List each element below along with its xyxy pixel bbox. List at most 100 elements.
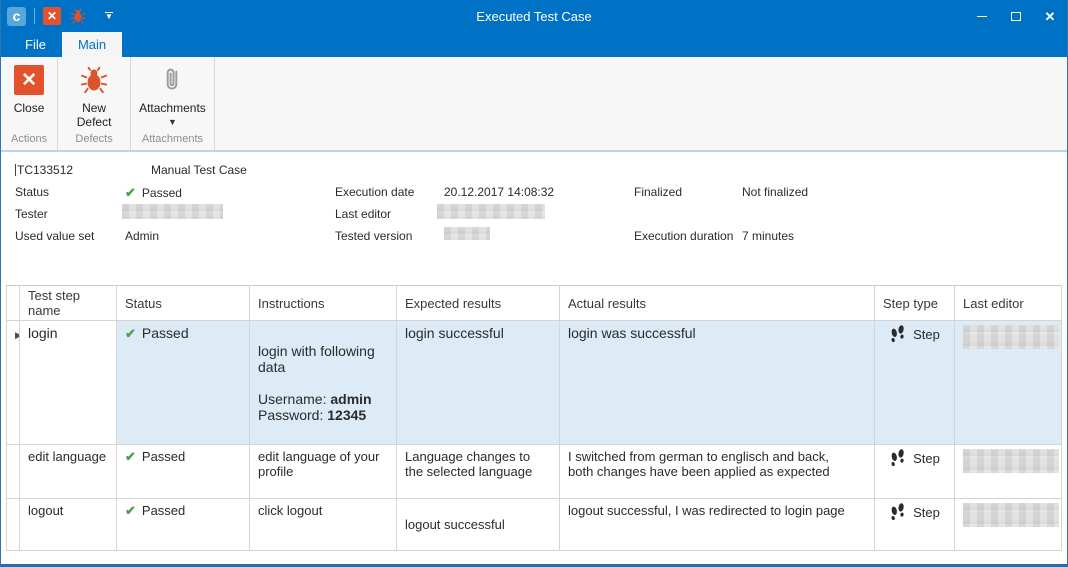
finalized-label: Finalized bbox=[634, 185, 682, 199]
test-step-row-logout[interactable]: logout ✔Passedclick logout logout successf… bbox=[7, 499, 1062, 551]
cell-instructions[interactable]: edit language of your profile bbox=[250, 445, 397, 499]
cell-test-step-name[interactable]: login bbox=[20, 321, 117, 445]
group-caption-defects: Defects bbox=[58, 133, 130, 150]
cell-expected-results[interactable]: Language changes to the selected languag… bbox=[397, 445, 560, 499]
cell-text: login bbox=[28, 325, 58, 341]
executed-test-case-window: c ✕ ▼ Executed Test Case bbox=[0, 0, 1068, 567]
footprints-icon bbox=[889, 449, 906, 468]
tested-version-value-redacted bbox=[444, 227, 490, 240]
column-header-status[interactable]: Status bbox=[117, 286, 250, 321]
group-caption-actions: Actions bbox=[1, 133, 57, 150]
tester-label: Tester bbox=[15, 207, 48, 221]
execution-duration-value: 7 minutes bbox=[742, 229, 794, 243]
tab-main[interactable]: Main bbox=[62, 32, 122, 57]
cell-expected-results[interactable]: logout successful bbox=[397, 499, 560, 551]
cell-last-editor[interactable] bbox=[955, 499, 1062, 551]
app-logo-icon[interactable]: c bbox=[7, 7, 26, 26]
step-type-content: Step bbox=[883, 325, 946, 344]
tester-value-redacted bbox=[122, 204, 223, 219]
cell-text: logout bbox=[28, 503, 63, 518]
focused-row-marker-icon: ▶ bbox=[15, 330, 20, 340]
cell-expected-results[interactable]: login successful bbox=[397, 321, 560, 445]
cell-text: login with following data Username: admi… bbox=[258, 343, 375, 423]
test-case-id-field[interactable]: TC133512 bbox=[15, 163, 73, 177]
divider bbox=[34, 8, 35, 24]
cell-text: I switched from german to englisch and b… bbox=[568, 449, 830, 479]
indicator-column-header bbox=[7, 286, 20, 321]
tab-file[interactable]: File bbox=[9, 32, 62, 57]
status-label: Status bbox=[15, 185, 49, 199]
step-type-content: Step bbox=[883, 503, 946, 522]
cell-step-type[interactable]: Step bbox=[875, 321, 955, 445]
cell-instructions[interactable]: login with following data Username: admi… bbox=[250, 321, 397, 445]
cell-step-type[interactable]: Step bbox=[875, 499, 955, 551]
cell-text: edit language bbox=[28, 449, 106, 464]
check-icon: ✔ bbox=[125, 185, 136, 200]
cell-actual-results[interactable]: logout successful, I was redirected to l… bbox=[560, 499, 875, 551]
test-step-row-login[interactable]: ▶ login ✔Passedlogin with following data U… bbox=[7, 321, 1062, 445]
last-editor-label: Last editor bbox=[335, 207, 391, 221]
cell-text: Language changes to the selected languag… bbox=[405, 449, 532, 479]
minimize-button[interactable] bbox=[965, 0, 999, 32]
close-window-button[interactable]: ✕ bbox=[1033, 0, 1067, 32]
close-icon: ✕ bbox=[1045, 10, 1056, 23]
column-header-step-type[interactable]: Step type bbox=[875, 286, 955, 321]
ribbon: ✕ Close Actions bbox=[1, 57, 1067, 152]
minimize-icon bbox=[977, 16, 987, 17]
column-header-last-editor[interactable]: Last editor bbox=[955, 286, 1062, 321]
close-button[interactable]: ✕ Close bbox=[3, 63, 55, 117]
quick-new-defect-bug-icon[interactable] bbox=[69, 7, 87, 25]
last-editor-redacted bbox=[963, 325, 1059, 349]
check-icon: ✔ bbox=[125, 503, 136, 518]
cell-instructions[interactable]: click logout bbox=[250, 499, 397, 551]
column-header-instructions[interactable]: Instructions bbox=[250, 286, 397, 321]
bug-icon bbox=[79, 65, 109, 95]
maximize-button[interactable] bbox=[999, 0, 1033, 32]
step-type-content: Step bbox=[883, 449, 946, 468]
new-defect-button[interactable]: New Defect bbox=[60, 63, 128, 131]
ribbon-group-defects: New Defect Defects bbox=[58, 57, 131, 150]
column-header-actual-results[interactable]: Actual results bbox=[560, 286, 875, 321]
cell-status[interactable]: ✔Passed bbox=[117, 499, 250, 551]
test-steps-grid: Test step nameStatusInstructionsExpected… bbox=[6, 285, 1062, 551]
row-indicator[interactable] bbox=[7, 445, 20, 499]
cell-text: edit language of your profile bbox=[258, 449, 379, 479]
last-editor-redacted bbox=[963, 449, 1059, 473]
column-header-test-step-name[interactable]: Test step name bbox=[20, 286, 117, 321]
cell-text: logout successful, I was redirected to l… bbox=[568, 503, 845, 518]
cell-actual-results[interactable]: login was successful bbox=[560, 321, 875, 445]
status-value: ✔Passed bbox=[125, 185, 182, 201]
row-indicator[interactable] bbox=[7, 499, 20, 551]
used-value-set-label: Used value set bbox=[15, 229, 94, 243]
attachments-dropdown-icon: ▼ bbox=[168, 118, 177, 126]
titlebar: c ✕ ▼ Executed Test Case bbox=[1, 0, 1067, 32]
execution-date-label: Execution date bbox=[335, 185, 414, 199]
close-x-icon: ✕ bbox=[14, 65, 44, 95]
attachments-button[interactable]: Attachments ▼ bbox=[133, 63, 212, 128]
row-indicator[interactable]: ▶ bbox=[7, 321, 20, 445]
cell-step-type[interactable]: Step bbox=[875, 445, 955, 499]
last-editor-value-redacted bbox=[437, 204, 545, 219]
text-caret bbox=[15, 164, 16, 176]
column-header-expected-results[interactable]: Expected results bbox=[397, 286, 560, 321]
footprints-icon bbox=[889, 503, 906, 522]
cell-last-editor[interactable] bbox=[955, 321, 1062, 445]
ribbon-tabbar: File Main bbox=[1, 32, 1067, 57]
quick-access-toolbar: c ✕ ▼ bbox=[1, 7, 113, 26]
customize-toolbar-chevron-icon[interactable]: ▼ bbox=[105, 12, 113, 20]
quick-close-icon[interactable]: ✕ bbox=[43, 7, 61, 25]
test-case-details: TC133512 Manual Test Case Status ✔Passed… bbox=[1, 152, 1067, 285]
cell-test-step-name[interactable]: logout bbox=[20, 499, 117, 551]
cell-status[interactable]: ✔Passed bbox=[117, 445, 250, 499]
finalized-value: Not finalized bbox=[742, 185, 808, 199]
used-value-set-value: Admin bbox=[125, 229, 159, 243]
tested-version-label: Tested version bbox=[335, 229, 412, 243]
maximize-icon bbox=[1011, 12, 1021, 21]
cell-status[interactable]: ✔Passed bbox=[117, 321, 250, 445]
cell-test-step-name[interactable]: edit language bbox=[20, 445, 117, 499]
cell-last-editor[interactable] bbox=[955, 445, 1062, 499]
cell-actual-results[interactable]: I switched from german to englisch and b… bbox=[560, 445, 875, 499]
cell-text: logout successful bbox=[405, 517, 505, 532]
ribbon-group-attachments: Attachments ▼ Attachments bbox=[131, 57, 215, 150]
test-step-row-edit-language[interactable]: edit language ✔Passed edit language of you… bbox=[7, 445, 1062, 499]
